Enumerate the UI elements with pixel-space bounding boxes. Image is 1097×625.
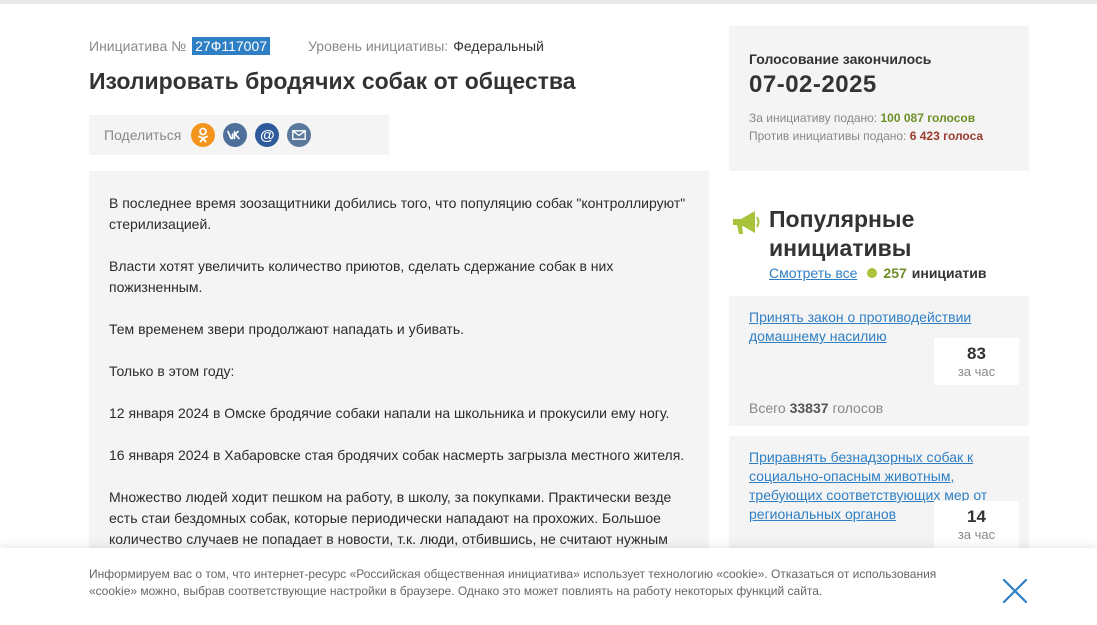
odnoklassniki-icon[interactable] (191, 123, 216, 147)
votes-per-hour-value: 83 (967, 344, 986, 363)
total-votes-value: 33837 (789, 400, 829, 416)
votes-against: Против инициативы подано: 6 423 голоса (749, 129, 984, 143)
vk-icon[interactable] (223, 123, 248, 147)
description-paragraph: Власти хотят увеличить количество приюто… (109, 258, 614, 295)
email-icon[interactable] (287, 123, 312, 147)
initiative-level-value: Федеральный (453, 38, 544, 54)
description-paragraph: Только в этом году: (109, 363, 235, 379)
votes-for-value: 100 087 голосов (880, 111, 976, 125)
description-paragraph: 12 января 2024 в Омске бродячие собаки н… (109, 405, 670, 421)
close-icon[interactable] (1000, 576, 1030, 606)
green-dot-icon (867, 268, 878, 278)
description-paragraph: Тем временем звери продолжают нападать и… (109, 321, 464, 337)
initiatives-count-word: инициатив (911, 265, 987, 281)
vote-status-title: Голосование закончилось (749, 51, 932, 67)
total-votes: Всего 33837 голосов (749, 400, 884, 416)
votes-per-hour: 83 за час (934, 338, 1019, 385)
share-bar: Поделиться @ (89, 115, 389, 155)
description-paragraph: 16 января 2024 в Хабаровске стая бродячи… (109, 447, 685, 463)
description-paragraph: Множество людей ходит пешком на работу, … (109, 489, 672, 547)
votes-for: За инициативу подано: 100 087 голосов (749, 111, 976, 125)
initiative-level-label: Уровень инициативы: (308, 38, 449, 54)
initiative-meta: Инициатива № 27Ф117007 Уровень инициатив… (89, 37, 544, 55)
popular-initiatives-title: Популярные инициативы (769, 206, 915, 261)
description-paragraph: В последнее время зоозащитники добились … (109, 195, 686, 232)
initiative-number: 27Ф117007 (192, 37, 271, 55)
cookie-banner-text: Информируем вас о том, что интернет-ресу… (89, 567, 937, 598)
popular-initiative-card: Принять закон о противодействии домашнем… (729, 296, 1029, 426)
vote-stats: За инициативу подано: 100 087 голосов Пр… (749, 109, 1009, 145)
mail-ru-icon[interactable]: @ (255, 123, 280, 147)
votes-per-hour: 14 за час (934, 501, 1019, 548)
votes-against-value: 6 423 голоса (909, 129, 984, 143)
initiatives-count: 257 (883, 265, 907, 281)
initiative-description: В последнее время зоозащитники добились … (89, 171, 709, 571)
page-title: Изолировать бродячих собак от общества (89, 68, 576, 94)
votes-per-hour-unit: за час (957, 527, 996, 542)
see-all-link[interactable]: Смотреть все (769, 265, 857, 281)
share-label: Поделиться (104, 127, 182, 143)
votes-per-hour-unit: за час (957, 364, 996, 379)
initiative-number-label: Инициатива № (89, 38, 187, 54)
votes-per-hour-value: 14 (967, 507, 986, 526)
popular-initiatives-header: Популярные инициативы Смотреть все 257 и… (729, 205, 1029, 281)
megaphone-icon (729, 208, 761, 243)
cookie-banner: Информируем вас о том, что интернет-ресу… (0, 548, 1097, 625)
vote-status-panel: Голосование закончилось 07-02-2025 За ин… (729, 26, 1029, 171)
top-divider (0, 0, 1097, 4)
vote-end-date: 07-02-2025 (749, 71, 877, 98)
popular-initiatives-meta: Смотреть все 257 инициатив (769, 265, 1029, 281)
